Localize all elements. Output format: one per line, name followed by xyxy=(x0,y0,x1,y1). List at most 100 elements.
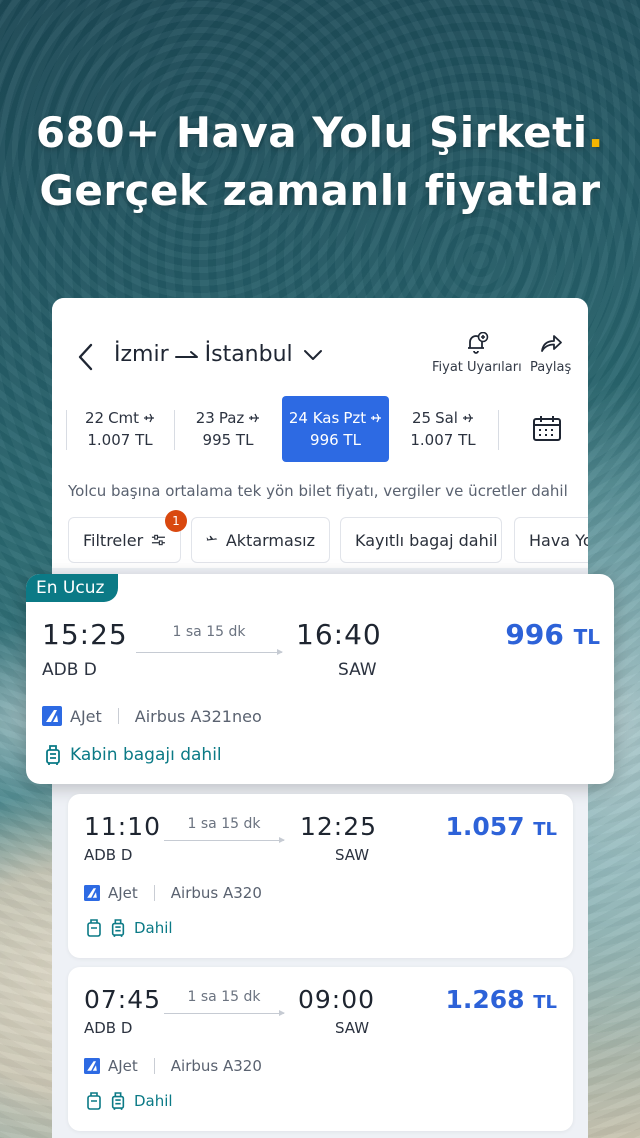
date-weekday: Paz xyxy=(218,409,245,427)
share-label: Paylaş xyxy=(530,360,572,375)
hero-line-2: Gerçek zamanlı fiyatlar xyxy=(39,166,601,215)
filter-chips: Filtreler 1 Aktarmasız Kayıtlı bagaj dah… xyxy=(68,510,588,563)
calendar-button[interactable] xyxy=(532,414,562,446)
arrival-airport: SAW xyxy=(335,846,370,864)
date-weekday: Cmt xyxy=(108,409,140,427)
baggage-label: Kabin bagajı dahil xyxy=(70,745,222,765)
sliders-icon xyxy=(152,534,166,546)
share-icon xyxy=(540,335,562,352)
date-option-22[interactable]: 22 Cmt 1.007 TL xyxy=(70,396,170,462)
arrival-time: 12:25 xyxy=(300,812,378,841)
aircraft-type: Airbus A320 xyxy=(170,884,262,902)
plane-icon xyxy=(249,413,260,423)
flight-card[interactable]: 07:45 ADB D 1 sa 15 dk 09:00 SAW 1.268 T… xyxy=(68,967,573,1131)
date-weekday: Sal xyxy=(435,409,458,427)
destination-city: İstanbul xyxy=(204,342,293,367)
airline-info: AJet Airbus A321neo xyxy=(42,706,262,726)
checked-baggage-chip[interactable]: Kayıtlı bagaj dahil xyxy=(340,517,502,563)
price-note: Yolcu başına ortalama tek yön bilet fiya… xyxy=(68,482,568,500)
filter-count-badge: 1 xyxy=(165,510,187,532)
price-value: 1.268 xyxy=(445,985,525,1014)
filters-chip[interactable]: Filtreler 1 xyxy=(68,510,187,563)
price-currency: TL xyxy=(533,992,557,1013)
cabin-bag-icon xyxy=(46,745,60,765)
separator xyxy=(153,1058,155,1074)
chevron-down-icon xyxy=(303,349,322,360)
results-header: İzmir İstanbul Fiyat Uyarıları Paylaş 22… xyxy=(52,298,588,568)
share-button[interactable]: Paylaş xyxy=(530,332,571,375)
cabin-bag-icon xyxy=(111,919,125,937)
origin-city: İzmir xyxy=(114,342,169,367)
departure-time: 15:25 xyxy=(42,618,128,651)
ajet-logo-icon xyxy=(84,1058,100,1074)
airline-info: AJet Airbus A320 xyxy=(84,1057,262,1075)
duration-line xyxy=(164,837,285,843)
calendar-icon xyxy=(533,416,561,441)
route-selector[interactable]: İzmir İstanbul xyxy=(114,342,323,367)
date-price: 995 TL xyxy=(202,431,254,449)
separator xyxy=(153,885,155,901)
ajet-logo-icon xyxy=(42,706,62,726)
price-alerts-button[interactable]: Fiyat Uyarıları xyxy=(432,332,522,375)
baggage-info: Dahil xyxy=(86,1091,173,1111)
date-option-24-selected[interactable]: 24 Kas Pzt 996 TL xyxy=(282,396,389,462)
plane-icon xyxy=(144,413,155,423)
date-day: 25 xyxy=(412,409,432,427)
price-value: 996 xyxy=(505,618,564,651)
date-price: 996 TL xyxy=(310,431,361,449)
personal-item-icon xyxy=(87,1092,101,1110)
hero-headline: 680+ Hava Yolu Şirketi. Gerçek zamanlı f… xyxy=(0,104,640,220)
departure-time: 11:10 xyxy=(84,812,162,841)
duration-line xyxy=(136,649,283,655)
date-option-25[interactable]: 25 Sal 1.007 TL xyxy=(393,396,493,462)
date-weekday: Pzt xyxy=(343,409,367,427)
cabin-bag-icon xyxy=(111,1092,125,1110)
airline-name: AJet xyxy=(108,1057,138,1075)
plane-icon xyxy=(462,413,473,423)
price-alerts-label: Fiyat Uyarıları xyxy=(432,360,522,375)
nonstop-label: Aktarmasız xyxy=(225,530,315,550)
back-button[interactable] xyxy=(72,340,98,374)
flight-duration: 1 sa 15 dk xyxy=(172,624,246,640)
cheapest-tag: En Ucuz xyxy=(26,574,119,602)
price-value: 1.057 xyxy=(445,812,525,841)
duration-line xyxy=(164,1010,285,1016)
airline-name: AJet xyxy=(108,884,138,902)
date-option-23[interactable]: 23 Paz 995 TL xyxy=(178,396,278,462)
flight-duration: 1 sa 15 dk xyxy=(187,816,261,832)
baggage-label: Dahil xyxy=(134,919,173,937)
date-day: 24 Kas xyxy=(288,409,340,427)
checked-baggage-label: Kayıtlı bagaj dahil xyxy=(355,530,498,550)
date-day: 22 xyxy=(84,409,105,427)
arrival-airport: SAW xyxy=(338,660,377,680)
flight-card[interactable]: 11:10 ADB D 1 sa 15 dk 12:25 SAW 1.057 T… xyxy=(68,794,573,958)
flight-price: 1.057 TL xyxy=(445,812,557,841)
chevron-left-icon xyxy=(78,343,93,371)
departure-airport: ADB D xyxy=(84,1019,133,1037)
price-currency: TL xyxy=(533,819,557,840)
airline-info: AJet Airbus A320 xyxy=(84,884,262,902)
plane-icon xyxy=(371,413,382,423)
arrival-time: 09:00 xyxy=(298,985,376,1014)
top-nav: İzmir İstanbul Fiyat Uyarıları Paylaş xyxy=(52,328,588,388)
flight-price: 1.268 TL xyxy=(445,985,557,1014)
flight-card-cheapest[interactable]: En Ucuz 15:25 ADB D 1 sa 15 dk 16:40 SAW… xyxy=(26,574,614,784)
flight-price: 996 TL xyxy=(505,618,600,651)
date-divider xyxy=(498,410,499,450)
filters-label: Filtreler xyxy=(83,530,144,550)
baggage-info: Dahil xyxy=(86,918,173,938)
ajet-logo-icon xyxy=(84,885,100,901)
date-divider xyxy=(174,410,175,450)
date-divider xyxy=(66,410,67,450)
airlines-label: Hava Yo xyxy=(529,530,588,550)
nonstop-chip[interactable]: Aktarmasız xyxy=(191,517,330,563)
date-strip: 22 Cmt 1.007 TL 23 Paz 995 TL 24 Kas Pzt 99… xyxy=(52,396,588,464)
flight-duration: 1 sa 15 dk xyxy=(187,989,261,1005)
hero-dot: . xyxy=(587,108,605,157)
airlines-chip[interactable]: Hava Yo xyxy=(514,517,588,563)
date-day: 23 xyxy=(195,409,215,427)
airline-name: AJet xyxy=(70,706,102,726)
bell-plus-icon xyxy=(467,332,489,354)
date-price: 1.007 TL xyxy=(87,431,153,449)
hero-line-1: 680+ Hava Yolu Şirketi xyxy=(35,108,588,157)
